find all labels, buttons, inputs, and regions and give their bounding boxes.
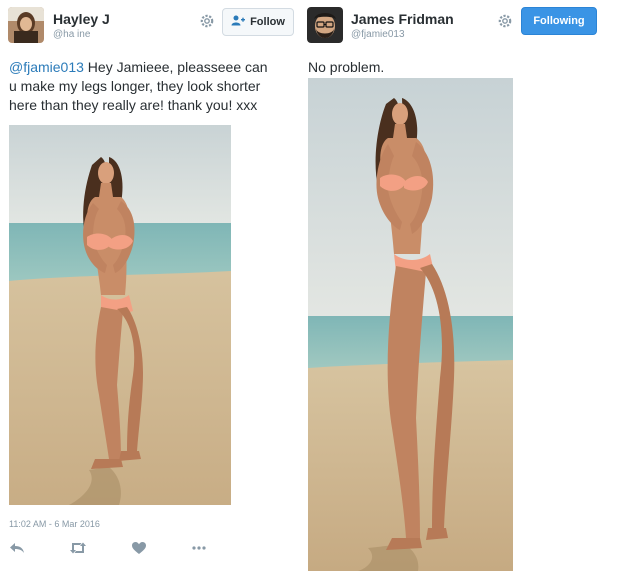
user-name[interactable]: James Fridman [351, 11, 454, 27]
tweet-photo-edited[interactable] [308, 78, 513, 571]
mention-link[interactable]: @fjamie013 [9, 59, 84, 75]
add-user-icon [231, 15, 246, 29]
gear-icon[interactable] [198, 12, 216, 30]
follow-button[interactable]: Follow [222, 8, 294, 36]
following-button[interactable]: Following [521, 7, 597, 35]
reply-icon[interactable] [9, 541, 25, 560]
left-tweet: Hayley J @ha ine Follow @fjamie013 Hey J… [0, 0, 300, 571]
tweet-photo-original[interactable] [9, 125, 231, 505]
tweet-text-line3: here than they really are! thank you! xx… [9, 97, 258, 113]
like-icon[interactable] [131, 541, 147, 560]
tweet-timestamp[interactable]: 11:02 AM - 6 Mar 2016 [9, 519, 100, 529]
user-handle[interactable]: @ha ine [53, 29, 90, 40]
right-tweet: James Fridman @fjamie013 Following No pr… [300, 0, 619, 571]
tweet-text-line1: Hey Jamieee, pleasseee can [83, 59, 268, 75]
gear-icon[interactable] [496, 12, 514, 30]
follow-label: Follow [250, 16, 285, 28]
tweet-text-line2: u make my legs longer, they look shorter [9, 78, 261, 94]
tweet-actions [9, 541, 229, 559]
tweet-text: No problem. [308, 59, 385, 75]
retweet-icon[interactable] [69, 541, 87, 560]
user-name[interactable]: Hayley J [53, 11, 110, 27]
avatar-hayley[interactable] [8, 7, 44, 43]
more-icon[interactable] [191, 541, 207, 560]
tweet-text: @fjamie013 Hey Jamieee, pleasseee can u … [9, 58, 297, 115]
following-label: Following [533, 15, 585, 27]
avatar-james[interactable] [307, 7, 343, 43]
user-handle[interactable]: @fjamie013 [351, 29, 405, 40]
